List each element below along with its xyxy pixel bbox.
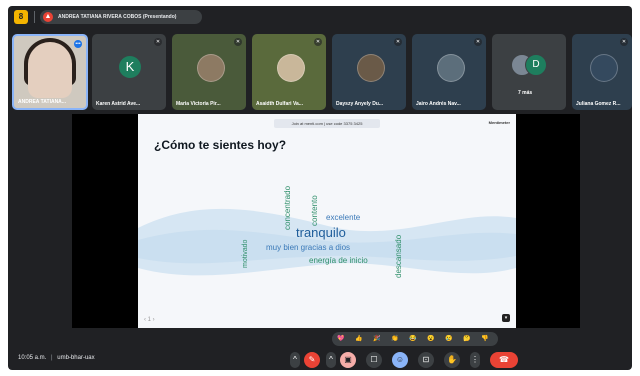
participant-tile[interactable]: ✕ Asaidth Dulfari Va... [252, 34, 326, 110]
mic-muted-icon: ✕ [394, 38, 402, 46]
participant-name: Karen Astrid Ave... [96, 101, 141, 107]
slide-menu-icon[interactable]: ▾ [502, 314, 510, 322]
avatar-stack: D [511, 54, 551, 76]
mic-off-button[interactable]: ✎ [304, 352, 320, 368]
wave-background [138, 208, 516, 276]
participant-name: Jairo Andrés Nav... [416, 101, 461, 107]
mic-muted-icon: ✕ [234, 38, 242, 46]
avatar [357, 54, 385, 82]
mic-muted-icon: ✕ [474, 38, 482, 46]
leave-call-button[interactable]: ☎ [490, 352, 518, 368]
more-participants-tile[interactable]: D 7 más [492, 34, 566, 110]
participant-tile[interactable]: ✕ Maria Victoria Pir... [172, 34, 246, 110]
avatar [590, 54, 618, 82]
avatar [437, 54, 465, 82]
word-cloud-item: muy bien gracias a dios [266, 243, 351, 252]
meeting-info: 10:05 a.m. | umb-bhar-uax [18, 355, 95, 361]
reaction-thinking-icon[interactable]: 🤔 [462, 334, 472, 344]
camera-off-button[interactable]: ▣ [340, 352, 356, 368]
divider: | [51, 355, 53, 361]
meet-window: 8 ▲ ANDREA TATIANA RIVERA COBOS (Present… [8, 6, 632, 370]
mic-muted-icon: ✕ [154, 38, 162, 46]
avatar: D [525, 54, 547, 76]
reaction-thumbs-up-icon[interactable]: 👍 [354, 334, 364, 344]
mic-muted-icon: ✕ [620, 38, 628, 46]
participant-tile-self[interactable]: ••• ANDREA TATIANA... [12, 34, 88, 110]
participant-name: ANDREA TATIANA... [18, 99, 66, 105]
participant-name: Juliana Gomez R... [576, 101, 621, 107]
mentimeter-slide: Join at menti.com | use code 3375 3425 M… [138, 114, 516, 328]
mentimeter-logo: Mentimeter [488, 120, 510, 125]
word-cloud-item: contento [310, 195, 319, 226]
participant-tile[interactable]: ✕ K Karen Astrid Ave... [92, 34, 166, 110]
divider [34, 11, 35, 23]
slide-navigation[interactable]: ‹ 1 › [144, 317, 155, 323]
camera-options-chevron-icon[interactable]: ^ [326, 352, 336, 368]
participant-name: Maria Victoria Pir... [176, 101, 221, 107]
more-count: 7 más [518, 90, 533, 96]
more-options-icon[interactable]: ⋮ [470, 352, 480, 368]
word-cloud-item: motivado [242, 239, 249, 268]
clock-time: 10:05 a.m. [18, 355, 47, 361]
self-video [28, 42, 72, 98]
mic-muted-icon: ✕ [314, 38, 322, 46]
participant-tile[interactable]: ✕ Juliana Gomez R... [572, 34, 632, 110]
meeting-code: umb-bhar-uax [57, 355, 95, 361]
reaction-party-icon[interactable]: 🎉 [372, 334, 382, 344]
slide-question: ¿Cómo te sientes hoy? [154, 138, 287, 152]
join-code-bar: Join at menti.com | use code 3375 3425 [274, 119, 380, 128]
emoji-button[interactable]: ☺ [392, 352, 408, 368]
bottom-bar: 10:05 a.m. | umb-bhar-uax ^ ✎ ^ ▣ ☐ ☺ ⊡ … [8, 350, 632, 370]
presentation-stage: Join at menti.com | use code 3375 3425 M… [72, 114, 580, 328]
avatar [277, 54, 305, 82]
presenter-label: ANDREA TATIANA RIVERA COBOS (Presentando… [58, 14, 177, 20]
reaction-clap-icon[interactable]: 👏 [390, 334, 400, 344]
reaction-heart-icon[interactable]: 💖 [336, 334, 346, 344]
reactions-bar: 💖 👍 🎉 👏 😂 😮 😢 🤔 👎 [332, 332, 498, 346]
present-screen-button[interactable]: ⊡ [418, 352, 434, 368]
word-cloud-item: concentrado [283, 185, 292, 230]
participant-tile[interactable]: ✕ Dayszy Anyely Du... [332, 34, 406, 110]
reaction-laugh-icon[interactable]: 😂 [408, 334, 418, 344]
word-cloud-item: excelente [326, 213, 361, 222]
avatar: K [119, 56, 141, 78]
participant-tile[interactable]: ✕ Jairo Andrés Nav... [412, 34, 486, 110]
present-icon: ▲ [43, 12, 53, 22]
avatar [197, 54, 225, 82]
captions-button[interactable]: ☐ [366, 352, 382, 368]
participant-strip: ••• ANDREA TATIANA... ✕ K Karen Astrid A… [12, 34, 632, 112]
reaction-thumbs-down-icon[interactable]: 👎 [480, 334, 490, 344]
reaction-sad-icon[interactable]: 😢 [444, 334, 454, 344]
top-bar: 8 ▲ ANDREA TATIANA RIVERA COBOS (Present… [8, 6, 632, 28]
word-cloud-item: energía de inicio [309, 256, 368, 265]
speaking-indicator-icon: ••• [74, 40, 82, 48]
word-cloud-item: tranquilo [296, 225, 346, 240]
presenting-chip[interactable]: ▲ ANDREA TATIANA RIVERA COBOS (Presentan… [40, 10, 202, 24]
raise-hand-button[interactable]: ✋ [444, 352, 460, 368]
mic-options-chevron-icon[interactable]: ^ [290, 352, 300, 368]
word-cloud-item: descansado [394, 234, 403, 278]
app-badge-icon[interactable]: 8 [14, 10, 28, 24]
participant-name: Dayszy Anyely Du... [336, 101, 384, 107]
reaction-surprised-icon[interactable]: 😮 [426, 334, 436, 344]
participant-name: Asaidth Dulfari Va... [256, 101, 303, 107]
